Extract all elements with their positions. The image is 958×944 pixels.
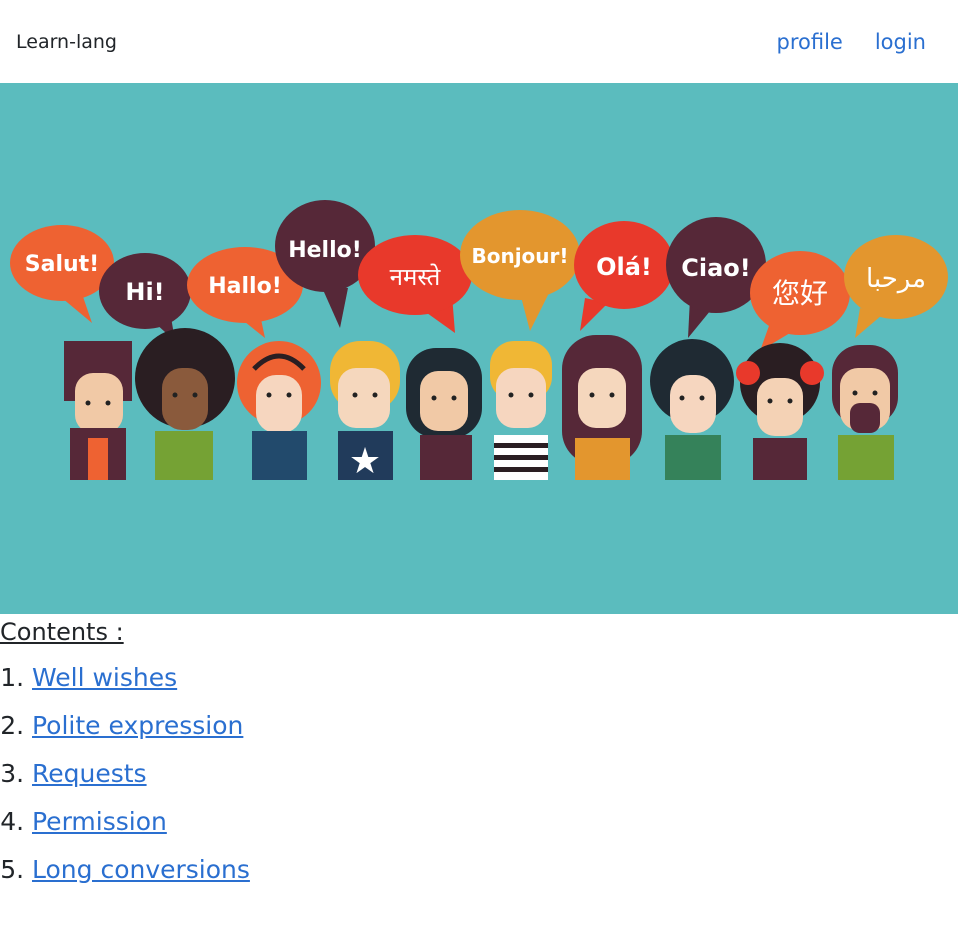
list-item: Permission	[32, 807, 958, 837]
person-6	[490, 341, 552, 480]
brand-logo[interactable]: Learn-lang	[16, 31, 117, 53]
list-item: Polite expression	[32, 711, 958, 741]
svg-text:★: ★	[349, 441, 381, 482]
list-item: Long conversions	[32, 855, 958, 885]
navbar: Learn-lang profile login	[0, 0, 958, 83]
hero-banner: Salut! Hi! Hallo! Hello! नमस्ते Bonjour!	[0, 83, 958, 614]
contents-section: Contents : Well wishes Polite expression…	[0, 617, 958, 903]
bubble-text: Salut!	[25, 252, 99, 277]
list-item: Requests	[32, 759, 958, 789]
topic-link-long-conversions[interactable]: Long conversions	[32, 855, 250, 884]
hero-illustration: Salut! Hi! Hallo! Hello! नमस्ते Bonjour!	[0, 83, 958, 614]
svg-text:Bonjour!: Bonjour!	[471, 244, 568, 268]
svg-text:您好: 您好	[772, 277, 828, 310]
topic-link-requests[interactable]: Requests	[32, 759, 147, 788]
svg-text:مرحبا: مرحبا	[866, 264, 926, 294]
contents-title: Contents :	[0, 618, 124, 646]
nav-link-login[interactable]: login	[875, 30, 926, 54]
list-item: Well wishes	[32, 663, 958, 693]
topic-link-polite-expression[interactable]: Polite expression	[32, 711, 243, 740]
nav-links: profile login	[776, 30, 926, 54]
topic-link-permission[interactable]: Permission	[32, 807, 167, 836]
topic-link-well-wishes[interactable]: Well wishes	[32, 663, 177, 692]
svg-text:Hello!: Hello!	[288, 238, 362, 263]
person-10	[832, 345, 898, 480]
svg-text:Hi!: Hi!	[125, 278, 164, 306]
svg-text:नमस्ते: नमस्ते	[390, 263, 442, 291]
svg-text:Hallo!: Hallo!	[208, 274, 282, 299]
svg-text:Ciao!: Ciao!	[681, 254, 750, 282]
svg-text:Olá!: Olá!	[596, 253, 652, 281]
person-4: ★	[330, 341, 400, 482]
topic-list: Well wishes Polite expression Requests P…	[0, 663, 958, 885]
nav-link-profile[interactable]: profile	[776, 30, 842, 54]
